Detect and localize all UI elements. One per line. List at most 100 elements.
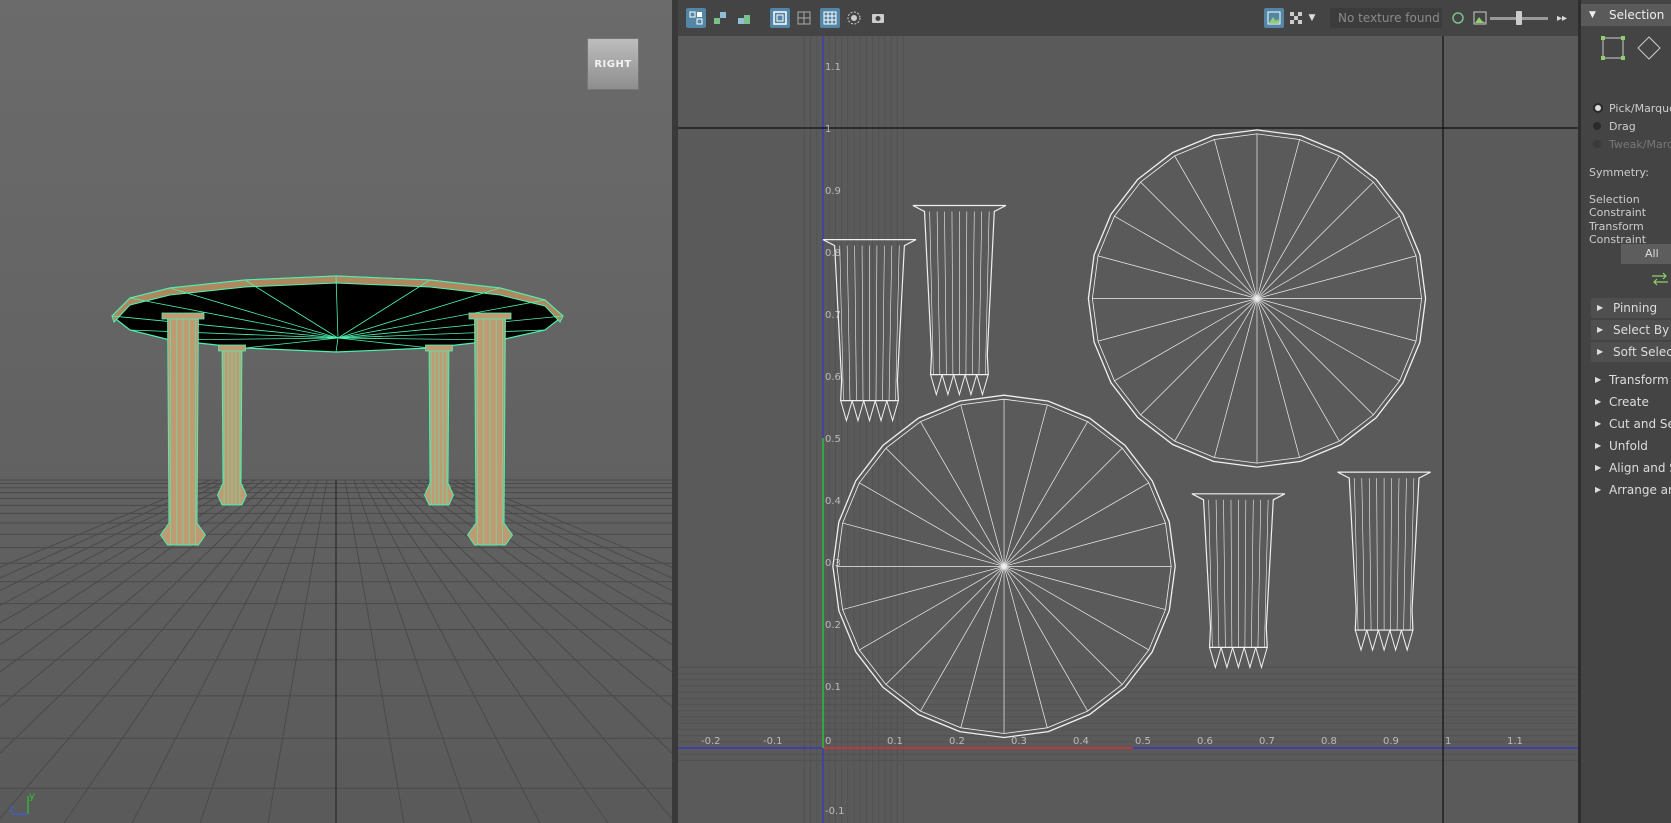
ground-grid xyxy=(0,479,672,823)
u-tick-label: 1 xyxy=(1445,736,1451,747)
uv-leg-edge xyxy=(972,211,975,375)
expand-icon: ▶ xyxy=(1595,485,1602,494)
all-button[interactable]: All xyxy=(1621,244,1671,264)
chevron-down-icon[interactable]: ▼ xyxy=(1306,8,1318,28)
uv-disk-spoke xyxy=(1114,298,1258,382)
uv-disk-spoke xyxy=(1214,139,1258,299)
leg-cap xyxy=(468,312,512,320)
uv-leg-edge xyxy=(1361,478,1365,631)
arrange-and-layout-label: Arrange and Layout xyxy=(1609,483,1671,497)
transform-section[interactable]: ▶ Transform xyxy=(1581,370,1671,390)
uv-leg-edge xyxy=(1257,499,1262,648)
lasso-select-icon[interactable] xyxy=(1637,36,1661,60)
uv-flip-icon[interactable] xyxy=(734,8,754,28)
arrows-icon[interactable] xyxy=(1651,272,1669,286)
radio-tweak-marquee[interactable] xyxy=(1593,140,1601,148)
select-by-type-subsection[interactable]: ▶ Select By Type xyxy=(1591,320,1671,340)
u-tick-label: 0.8 xyxy=(1321,736,1337,747)
transform-label: Transform xyxy=(1609,373,1669,387)
create-section[interactable]: ▶ Create xyxy=(1581,392,1671,412)
u-tick-label: 0.9 xyxy=(1383,736,1399,747)
perspective-viewport[interactable]: RIGHT y z xyxy=(0,0,672,823)
align-and-snap-section[interactable]: ▶ Align and Snap xyxy=(1581,458,1671,478)
u-tick-label: 0.2 xyxy=(949,736,965,747)
snapshot-icon[interactable] xyxy=(868,8,888,28)
selection-section-header[interactable]: ▼ Selection xyxy=(1581,4,1671,26)
uv-disk-spoke xyxy=(1097,298,1258,342)
v-tick-label: 1.1 xyxy=(825,62,841,73)
toolbar-overflow-icon[interactable]: ▸▸ xyxy=(1552,8,1572,28)
refresh-icon[interactable] xyxy=(1448,8,1468,28)
axis-z-label: z xyxy=(9,804,14,815)
uv-canvas[interactable]: -0.2 -0.1 0 0.1 0.2 0.3 0.4 0.5 0.6 0.7 0.8 0.9 1 1.1… xyxy=(678,36,1578,823)
uv-shell-leg-2 xyxy=(912,204,1007,397)
axis-y-label: y xyxy=(29,791,35,802)
checker-icon[interactable] xyxy=(1286,8,1306,28)
radio-pick-marquee[interactable] xyxy=(1593,103,1603,113)
uv-leg-edge xyxy=(1376,478,1378,631)
v-tick-label: -0.1 xyxy=(825,806,845,817)
image-icon[interactable] xyxy=(1264,8,1284,28)
uv-disk-spoke xyxy=(1256,155,1340,299)
grid-line xyxy=(353,479,473,823)
scene-3d[interactable] xyxy=(0,0,672,823)
arrange-and-layout-section[interactable]: ▶ Arrange and Layout xyxy=(1581,480,1671,500)
v-tick-label: 0.5 xyxy=(825,434,841,445)
uv-toolbar: ▼ No texture found ▸▸ xyxy=(678,0,1578,37)
radio-drag[interactable] xyxy=(1593,122,1601,130)
uv-disk-spoke xyxy=(1256,298,1400,382)
expand-icon: ▶ xyxy=(1597,325,1604,334)
uv-leg-edge xyxy=(1244,499,1247,648)
uv-disk-spoke xyxy=(1003,482,1149,567)
unfold-section[interactable]: ▶ Unfold xyxy=(1581,436,1671,456)
uv-shell-leg-1 xyxy=(822,239,917,423)
grid-line xyxy=(416,479,672,646)
uv-editor: ▼ No texture found ▸▸ -0.2 -0.1 0 0.1 0.2 0.3… xyxy=(678,0,1578,823)
uv-leg-edge xyxy=(965,211,968,375)
uv-leg-edge xyxy=(1223,499,1226,648)
uv-leg-tooth xyxy=(886,400,899,423)
unfold-label: Unfold xyxy=(1609,439,1648,453)
uv-leg-edge xyxy=(1368,478,1372,631)
cut-and-sew-section[interactable]: ▶ Cut and Sew xyxy=(1581,414,1671,434)
grid-line xyxy=(425,479,672,624)
uv-disk-spoke xyxy=(1256,181,1374,299)
grid-line xyxy=(199,479,319,823)
cut-and-sew-label: Cut and Sew xyxy=(1609,417,1671,431)
uv-leg-tooth xyxy=(1366,629,1379,652)
distortion-icon[interactable] xyxy=(794,8,814,28)
grid-line xyxy=(0,479,292,820)
uv-shell-icon[interactable] xyxy=(686,8,706,28)
radio-label-drag: Drag xyxy=(1609,120,1636,133)
shaded-icon[interactable] xyxy=(844,8,864,28)
uv-disk-spoke xyxy=(1174,155,1258,299)
uv-leg-edge xyxy=(1403,478,1407,631)
radio-label-tweak-marquee: Tweak/Marquee xyxy=(1609,138,1671,151)
pinning-label: Pinning xyxy=(1613,301,1658,315)
texture-borders-icon[interactable] xyxy=(770,8,790,28)
uv-disk-spoke xyxy=(859,482,1005,567)
grid-toggle-icon[interactable] xyxy=(820,8,840,28)
rect-select-icon[interactable] xyxy=(1601,36,1625,60)
grid-line xyxy=(0,479,274,708)
uv-disk-spoke xyxy=(1003,421,1088,567)
image-exposure-icon[interactable] xyxy=(1470,8,1490,28)
uv-layout-view[interactable]: -0.2 -0.1 0 0.1 0.2 0.3 0.4 0.5 0.6 0.7 0.8 0.9 1 1.1… xyxy=(678,36,1578,823)
u-tick-label: 0.5 xyxy=(1135,736,1151,747)
texture-dropdown[interactable]: No texture found xyxy=(1330,8,1442,28)
uv-leg-edge xyxy=(944,211,947,375)
v-tick-label: 0.6 xyxy=(825,372,841,383)
uv-leg-tooth xyxy=(1377,629,1391,652)
uv-leg-edge xyxy=(875,245,878,401)
pinning-subsection[interactable]: ▶ Pinning xyxy=(1591,298,1671,318)
uv-leg-tooth xyxy=(1209,647,1222,670)
uv-leg-edge xyxy=(1215,499,1220,648)
uv-shell-leg-3 xyxy=(1191,493,1286,670)
v-tick-label: 0.1 xyxy=(825,682,841,693)
view-cube[interactable]: RIGHT xyxy=(587,38,639,90)
create-label: Create xyxy=(1609,395,1649,409)
selection-constraint-label: Selection Constraint xyxy=(1589,193,1647,219)
soft-selection-subsection[interactable]: ▶ Soft Selection xyxy=(1591,342,1671,362)
uv-tile-icon[interactable] xyxy=(710,8,730,28)
gamma-slider-handle[interactable] xyxy=(1516,11,1522,25)
